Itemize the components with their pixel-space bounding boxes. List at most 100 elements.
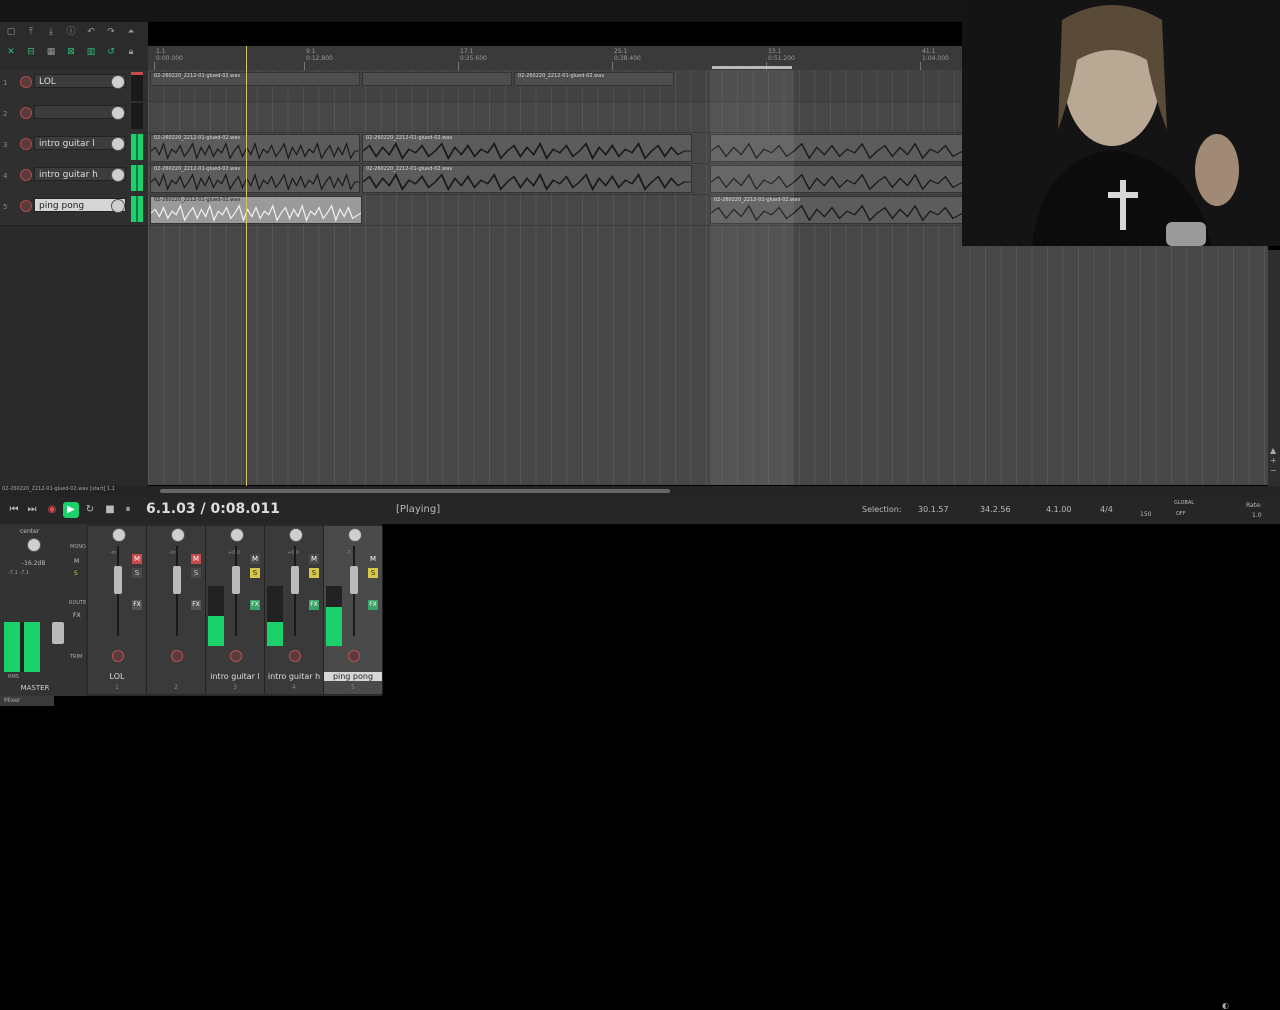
media-item[interactable]: 02-260220_2212-01-glued-02.wav [362,134,692,162]
record-arm-button[interactable] [20,107,32,119]
master-fx-button[interactable]: FX [73,612,81,619]
project-settings-icon[interactable]: ⓘ [64,26,78,38]
mixer-strip[interactable]: -inf M S FX 2 [147,526,206,694]
pan-knob[interactable] [289,528,303,542]
record-arm-button[interactable] [171,650,183,662]
strip-name[interactable]: intro guitar l [206,672,264,681]
volume-fader[interactable] [291,566,299,594]
time-signature-field[interactable]: 4/4 [1100,505,1113,514]
track-header[interactable]: 1 LOL [0,70,148,102]
mute-button[interactable]: M [250,554,260,564]
item-grouping-icon[interactable]: ⊠ [64,46,78,58]
pause-button[interactable]: ⏸ [120,502,136,518]
mono-button[interactable]: MONO [70,544,86,550]
time-selection-bar[interactable] [712,66,792,69]
zoom-out-icon[interactable]: − [1270,466,1277,475]
media-item[interactable]: 02-260220_2212-01-glued-02.wav [514,72,674,86]
record-arm-button[interactable] [289,650,301,662]
mute-button[interactable]: M [191,554,201,564]
mute-button[interactable]: M [132,554,142,564]
save-project-icon[interactable]: ⤓ [44,26,58,38]
play-button[interactable]: ▶ [63,502,79,518]
volume-knob[interactable] [111,137,125,151]
media-item[interactable]: 02-260220_2212-01-glued-02.wav [150,134,360,162]
solo-button[interactable]: S [191,568,201,578]
selection-start-field[interactable]: 30.1.57 [918,505,949,514]
new-project-icon[interactable]: ▢ [4,26,18,38]
mute-button[interactable]: M [309,554,319,564]
strip-name[interactable]: intro guitar h [265,672,323,681]
track-header[interactable]: 4 intro guitar h [0,163,148,195]
auto-crossfade-icon[interactable]: ▥ [84,46,98,58]
global-automation-toggle[interactable]: OFF [1176,511,1186,517]
volume-knob[interactable] [111,106,125,120]
lock-icon[interactable]: 🔒︎ [124,46,138,58]
rate-value[interactable]: 1.0 [1252,512,1262,519]
redo-icon[interactable]: ↷ [104,26,118,38]
record-arm-button[interactable] [20,76,32,88]
master-solo-button[interactable]: S [74,570,78,577]
envelope-follow-icon[interactable]: ↺ [104,46,118,58]
record-arm-button[interactable] [348,650,360,662]
rate-knob[interactable]: ◐ [1222,1001,1229,1010]
solo-button[interactable]: S [368,568,378,578]
pan-knob[interactable] [348,528,362,542]
mixer-strip[interactable]: +0.0 M S FX intro guitar l 3 [206,526,265,694]
strip-name[interactable]: ping pong [324,672,382,681]
track-header[interactable]: 2 [0,101,148,133]
media-item-selected[interactable]: 02-260220_2212-01-glued-02.wav [150,196,362,224]
strip-name[interactable]: LOL [88,672,146,681]
track-header[interactable]: 5 ping pong [0,194,148,226]
fx-button[interactable]: FX [368,600,378,610]
pan-knob[interactable] [171,528,185,542]
go-to-start-icon[interactable]: ⏮ [6,502,22,518]
master-pan-knob[interactable] [27,538,41,552]
repeat-icon[interactable]: ↻ [82,502,98,518]
undo-icon[interactable]: ↶ [84,26,98,38]
media-item[interactable] [362,72,512,86]
record-arm-button[interactable] [20,200,32,212]
volume-fader[interactable] [114,566,122,594]
record-button[interactable]: ◉ [44,502,60,518]
solo-button[interactable]: S [309,568,319,578]
mute-button[interactable]: M [368,554,378,564]
volume-fader[interactable] [173,566,181,594]
record-arm-button[interactable] [20,169,32,181]
fx-button[interactable]: FX [250,600,260,610]
selection-length-field[interactable]: 4.1.00 [1046,505,1071,514]
mixer-tab[interactable]: Mixer [0,696,54,706]
media-item[interactable]: 02-260220_2212-01-glued-02.wav [362,165,692,193]
open-project-icon[interactable]: ⤒ [24,26,38,38]
selection-end-field[interactable]: 34.2.56 [980,505,1011,514]
volume-fader[interactable] [232,566,240,594]
record-arm-button[interactable] [230,650,242,662]
mixer-strip[interactable]: -7.4 M S FX ping pong 5 [324,526,383,694]
pan-knob[interactable] [112,528,126,542]
solo-button[interactable]: S [250,568,260,578]
time-position-display[interactable]: 6.1.03 / 0:08.011 [146,501,280,517]
grid-icon[interactable]: ▦ [44,46,58,58]
volume-fader[interactable] [350,566,358,594]
metronome-icon[interactable]: ⏶ [124,26,138,38]
fx-button[interactable]: FX [132,600,142,610]
record-arm-button[interactable] [20,138,32,150]
master-trim-button[interactable]: TRIM [70,654,82,660]
zoom-in-icon[interactable]: + [1270,456,1277,465]
snap-icon[interactable]: ⊟ [24,46,38,58]
record-arm-button[interactable] [112,650,124,662]
track-header[interactable]: 3 intro guitar l [0,132,148,164]
horizontal-scroll-thumb[interactable] [160,489,670,493]
fx-button[interactable]: FX [309,600,319,610]
master-mute-button[interactable]: M [74,558,79,565]
master-fader[interactable] [52,622,64,644]
volume-knob[interactable] [111,199,125,213]
go-to-end-icon[interactable]: ⏭ [24,502,40,518]
vertical-scrollbar[interactable]: ▲ + − [1268,250,1280,488]
pan-knob[interactable] [230,528,244,542]
solo-button[interactable]: S [132,568,142,578]
media-item[interactable]: 02-260220_2212-01-glued-02.wav [150,165,360,193]
volume-knob[interactable] [111,75,125,89]
stop-button[interactable]: ■ [102,502,118,518]
ripple-edit-icon[interactable]: ✕ [4,46,18,58]
media-item[interactable]: 02-260220_2212-01-glued-02.wav [150,72,360,86]
